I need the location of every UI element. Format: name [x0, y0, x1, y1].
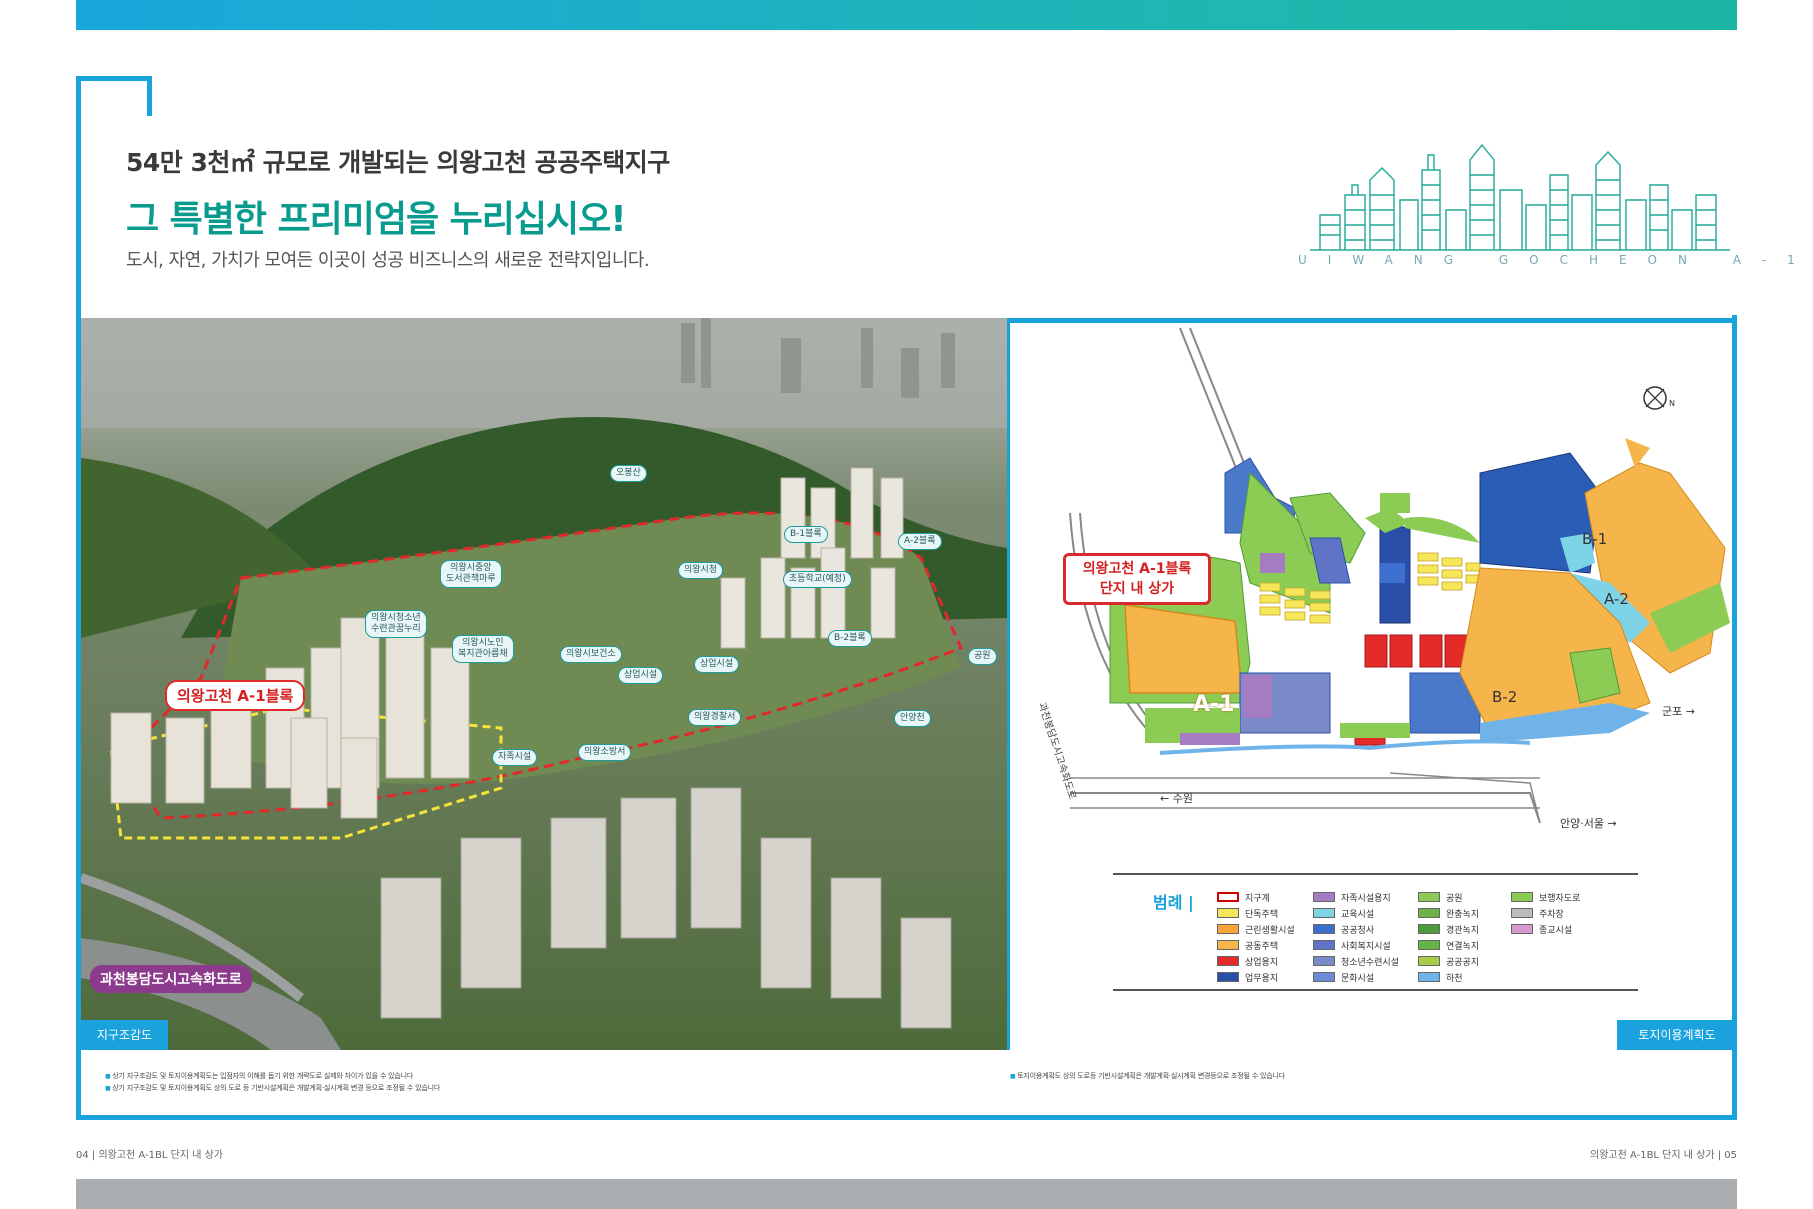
legend-item: 사회복지시설: [1313, 937, 1399, 953]
legend-column-2: 자족시설용지 교육시설 공공청사 사회복지시설 청소년수련시설 문화시설: [1313, 889, 1399, 985]
a1-callout: 의왕고천 A-1블록 단지 내 상가: [1063, 553, 1211, 605]
legend-swatch: [1313, 972, 1335, 982]
legend-swatch: [1418, 908, 1440, 918]
map-label-a2: A-2: [1604, 590, 1629, 608]
brand-wordmark: UIWANG GOCHEON A-1BL: [1298, 253, 1813, 267]
legend-swatch: [1313, 940, 1335, 950]
label-park: 공원: [968, 648, 997, 665]
legend-swatch: [1217, 892, 1239, 902]
label-youth-center: 의왕시청소년 수련관꿈누리: [365, 610, 427, 638]
label-library: 의왕시중앙 도서관책마루: [440, 560, 502, 588]
legend-item: 보행자도로: [1511, 889, 1580, 905]
map-label-b1: B-1: [1582, 530, 1608, 548]
map-label-gunpo: 군포 →: [1662, 705, 1695, 718]
legend-title: 범례 |: [1153, 893, 1194, 912]
map-legend: 범례 | 지구계 단독주택 근린생활시설 공동주택 상업용지 업무용지 자족시설…: [1113, 873, 1638, 991]
label-self-sufficient-facility: 자족시설: [492, 749, 538, 766]
note-left-1: 상기 지구조감도 및 토지이용계획도는 입점자의 이해를 돕기 위한 개략도로 …: [105, 1071, 413, 1081]
legend-item: 자족시설용지: [1313, 889, 1399, 905]
svg-text:N: N: [1669, 399, 1675, 408]
description: 도시, 자연, 가치가 모여든 이곳이 성공 비즈니스의 새로운 전략지입니다.: [126, 250, 650, 271]
label-b2-block: B-2블록: [828, 630, 872, 647]
compass-icon: N: [1643, 386, 1675, 410]
map-caption: 토지이용계획도: [1617, 1020, 1737, 1050]
legend-item: 완충녹지: [1418, 905, 1479, 921]
map-label-b2: B-2: [1492, 688, 1518, 706]
map-label-a1: A-1: [1193, 692, 1235, 717]
legend-swatch: [1511, 892, 1533, 902]
label-school: 초등학교(예정): [783, 571, 852, 588]
legend-swatch: [1313, 892, 1335, 902]
legend-swatch: [1418, 892, 1440, 902]
label-commerce-1: 상업시설: [618, 667, 664, 684]
legend-item: 주차장: [1511, 905, 1580, 921]
legend-swatch: [1217, 940, 1239, 950]
legend-item: 업무용지: [1217, 969, 1295, 985]
legend-swatch: [1418, 924, 1440, 934]
legend-item: 종교시설: [1511, 921, 1580, 937]
legend-item: 경관녹지: [1418, 921, 1479, 937]
city-skyline-icon: [1310, 143, 1730, 251]
footer-left: 04 | 의왕고천 A-1BL 단지 내 상가: [76, 1150, 223, 1161]
label-health-center: 의왕시보건소: [560, 646, 622, 663]
top-color-bar: [76, 0, 1737, 30]
frame-corner-horizontal: [76, 76, 152, 81]
note-right-1: 토지이용계획도 상의 도로등 기반시설계획은 개발계획·실시계획 변경등으로 조…: [1010, 1071, 1285, 1081]
label-commerce-2: 상업시설: [694, 656, 740, 673]
label-senior-center: 의왕시노인 복지관아름채: [452, 635, 514, 663]
frame-corner-vertical: [147, 76, 152, 116]
legend-swatch: [1217, 924, 1239, 934]
callout-line1: 의왕고천 A-1블록: [1082, 561, 1192, 577]
legend-item: 공공공지: [1418, 953, 1479, 969]
legend-swatch: [1217, 908, 1239, 918]
legend-item: 공원: [1418, 889, 1479, 905]
legend-item: 청소년수련시설: [1313, 953, 1399, 969]
headline: 54만 3천㎡ 규모로 개발되는 의왕고천 공공주택지구: [126, 148, 670, 177]
callout-line2: 단지 내 상가: [1099, 581, 1175, 597]
legend-item: 하천: [1418, 969, 1479, 985]
legend-column-4: 보행자도로 주차장 종교시설: [1511, 889, 1580, 937]
legend-swatch: [1418, 940, 1440, 950]
legend-item: 교육시설: [1313, 905, 1399, 921]
label-expressway: 과천봉담도시고속화도로: [90, 965, 252, 993]
legend-swatch: [1511, 908, 1533, 918]
legend-column-1: 지구계 단독주택 근린생활시설 공동주택 상업용지 업무용지: [1217, 889, 1295, 985]
map-label-suwon: ← 수원: [1160, 792, 1193, 805]
bottom-gray-bar: [76, 1179, 1737, 1209]
legend-item: 문화시설: [1313, 969, 1399, 985]
legend-item: 연결녹지: [1418, 937, 1479, 953]
legend-item: 근린생활시설: [1217, 921, 1295, 937]
subheadline: 그 특별한 프리미엄을 누리십시오!: [126, 199, 627, 240]
label-b1-block: B-1블록: [784, 526, 828, 543]
photo-caption: 지구조감도: [81, 1020, 168, 1050]
legend-swatch: [1217, 972, 1239, 982]
legend-swatch: [1313, 924, 1335, 934]
legend-item: 상업용지: [1217, 953, 1295, 969]
label-fire-station: 의왕소방서: [578, 744, 632, 761]
label-anyangcheon: 안양천: [894, 710, 931, 727]
legend-swatch: [1217, 956, 1239, 966]
label-cityhall: 의왕시청: [678, 562, 724, 579]
legend-swatch: [1418, 956, 1440, 966]
label-a2-block: A-2블록: [898, 533, 942, 550]
label-police: 의왕경찰서: [688, 709, 742, 726]
legend-column-3: 공원 완충녹지 경관녹지 연결녹지 공공공지 하천: [1418, 889, 1479, 985]
legend-swatch: [1418, 972, 1440, 982]
label-a1-block: 의왕고천 A-1블록: [165, 680, 306, 711]
label-obongsan: 오봉산: [610, 465, 647, 482]
legend-item: 공공청사: [1313, 921, 1399, 937]
legend-item: 단독주택: [1217, 905, 1295, 921]
legend-item: 지구계: [1217, 889, 1295, 905]
frame-left-line: [76, 76, 81, 316]
legend-item: 공동주택: [1217, 937, 1295, 953]
brochure-spread: 54만 3천㎡ 규모로 개발되는 의왕고천 공공주택지구 그 특별한 프리미엄을…: [0, 0, 1813, 1209]
note-left-2: 상기 지구조감도 및 토지이용계획도 상의 도로 등 기반시설계획은 개발계획·…: [105, 1083, 440, 1093]
footer-right: 의왕고천 A-1BL 단지 내 상가 | 05: [1590, 1150, 1737, 1161]
legend-swatch: [1313, 956, 1335, 966]
legend-swatch: [1313, 908, 1335, 918]
map-label-anyang: 안양·서울 →: [1560, 817, 1617, 830]
legend-swatch: [1511, 924, 1533, 934]
